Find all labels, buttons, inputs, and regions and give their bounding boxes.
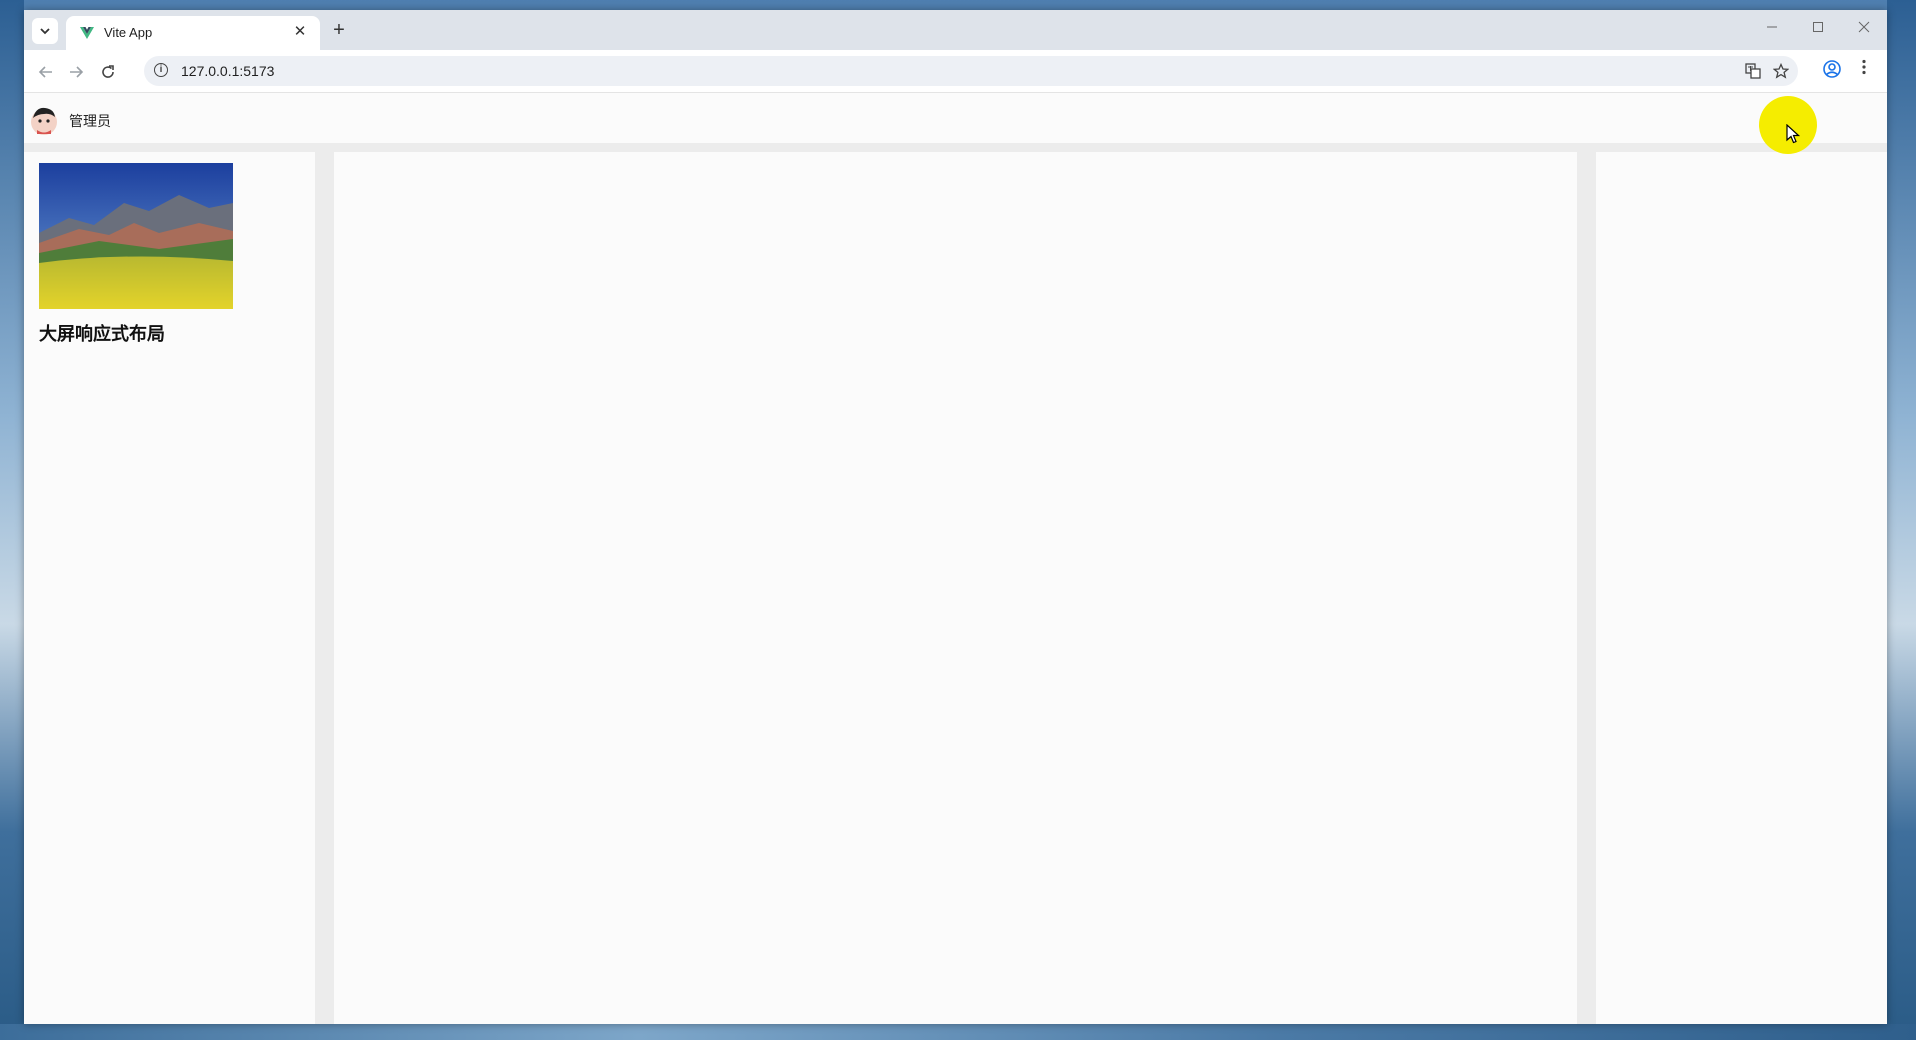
window-controls <box>1749 10 1887 44</box>
close-icon <box>1858 21 1870 33</box>
tab-close-button[interactable]: ✕ <box>290 22 310 42</box>
more-vert-icon[interactable] <box>1853 58 1875 80</box>
avatar[interactable] <box>28 104 60 136</box>
tab-search-button[interactable] <box>32 18 58 44</box>
close-window-button[interactable] <box>1841 10 1887 44</box>
reload-button[interactable] <box>94 58 122 86</box>
app-header: 管理员 <box>24 93 1887 143</box>
landscape-image[interactable] <box>39 163 233 309</box>
translate-icon[interactable] <box>1742 60 1764 82</box>
desktop-background-right <box>1887 0 1916 1040</box>
forward-button[interactable] <box>62 58 90 86</box>
left-panel: 大屏响应式布局 <box>24 152 315 1024</box>
mouse-cursor-icon <box>1786 124 1800 144</box>
chevron-down-icon <box>40 28 50 35</box>
user-name: 管理员 <box>69 113 111 129</box>
maximize-icon <box>1813 22 1823 32</box>
right-panel <box>1596 152 1887 1024</box>
profile-icon[interactable] <box>1823 60 1841 78</box>
center-panel <box>334 152 1577 1024</box>
star-icon[interactable] <box>1770 60 1792 82</box>
browser-tab[interactable]: Vite App ✕ <box>66 16 320 50</box>
maximize-button[interactable] <box>1795 10 1841 44</box>
back-button[interactable] <box>32 58 60 86</box>
desktop-background-bottom <box>0 1024 1916 1040</box>
minimize-icon <box>1767 26 1777 28</box>
browser-toolbar: i 127.0.0.1:5173 <box>24 50 1887 93</box>
vue-logo-icon <box>80 27 94 39</box>
tab-title: Vite App <box>104 25 153 40</box>
reload-icon <box>102 65 114 78</box>
card-title: 大屏响应式布局 <box>39 324 165 344</box>
minimize-button[interactable] <box>1749 10 1795 44</box>
url-text[interactable]: 127.0.0.1:5173 <box>181 63 274 79</box>
arrow-right-icon <box>70 66 84 78</box>
page-content: 管理员 大屏响应式布局 <box>24 93 1887 1024</box>
desktop-background-left <box>0 0 24 1040</box>
new-tab-button[interactable]: + <box>328 19 350 41</box>
arrow-left-icon <box>38 66 52 78</box>
tab-strip: Vite App ✕ + <box>24 10 1887 50</box>
browser-window: Vite App ✕ + i 127.0.0.1:5173 管理员 大屏响应式布… <box>24 10 1887 1024</box>
address-bar[interactable]: i 127.0.0.1:5173 <box>144 56 1798 86</box>
info-icon[interactable]: i <box>154 63 168 77</box>
